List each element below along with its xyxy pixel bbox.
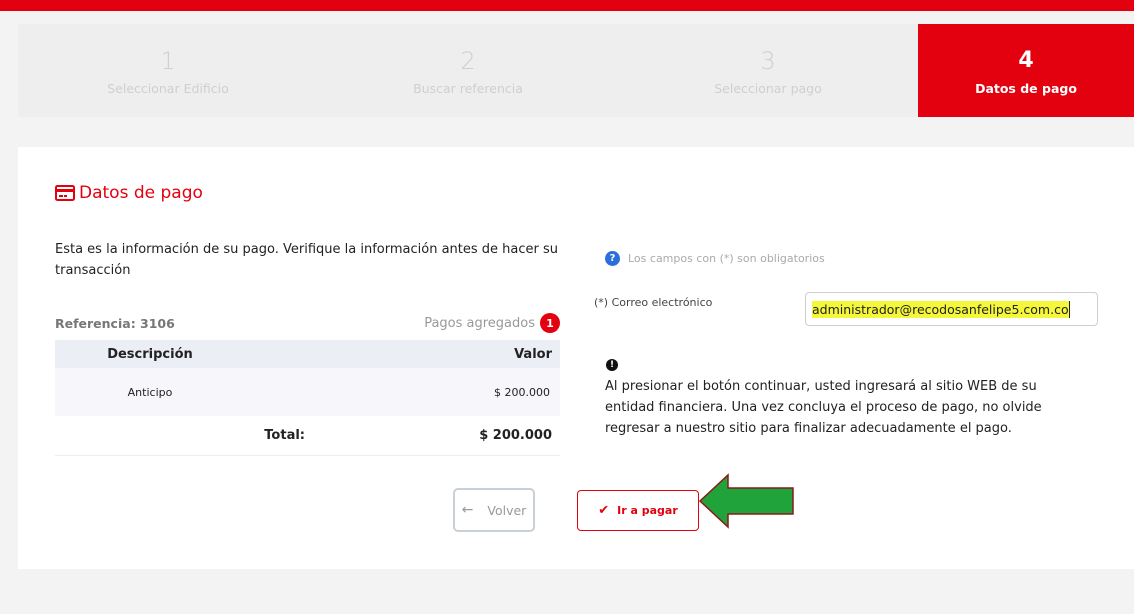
step-number: 3 — [760, 46, 776, 75]
step-3[interactable]: 3 Seleccionar pago — [618, 24, 918, 117]
step-label: Buscar referencia — [413, 80, 523, 96]
row-descripcion: Anticipo — [127, 385, 173, 399]
pagos-agregados: Pagos agregados 1 — [424, 313, 560, 333]
row-valor: $ 200.000 — [494, 385, 550, 399]
reference-label: Referencia: 3106 — [55, 315, 175, 331]
payment-card: Datos de pago Esta es la información de … — [18, 147, 1134, 569]
pay-button[interactable]: ✔ Ir a pagar — [577, 490, 699, 531]
intro-text: Esta es la información de su pago. Verif… — [55, 242, 558, 278]
credit-card-icon — [55, 185, 75, 201]
step-label: Seleccionar Edificio — [107, 80, 229, 96]
pagos-label: Pagos agregados — [424, 315, 535, 331]
required-note: ? Los campos con (*) son obligatorios — [605, 251, 825, 266]
back-button-label: Volver — [487, 502, 527, 518]
step-number: 4 — [1018, 47, 1034, 73]
back-button[interactable]: ← Volver — [453, 488, 535, 532]
step-2[interactable]: 2 Buscar referencia — [318, 24, 618, 117]
email-field[interactable]: administrador@recodosanfelipe5.com.co — [805, 292, 1098, 326]
question-circle-icon: ? — [605, 251, 620, 266]
email-label: (*) Correo electrónico — [594, 296, 713, 309]
info-text: Al presionar el botón continuar, usted i… — [605, 379, 1042, 436]
step-number: 2 — [460, 46, 476, 75]
step-label: Datos de pago — [975, 80, 1077, 96]
payments-table: Descripción Valor Anticipo $ 200.000 Tot… — [55, 340, 560, 456]
email-value: administrador@recodosanfelipe5.com.co — [812, 300, 1070, 318]
header-descripcion: Descripción — [107, 346, 193, 362]
reference-row: Referencia: 3106 Pagos agregados 1 — [55, 311, 560, 335]
total-label: Total: — [264, 428, 305, 443]
stepper: 1 Seleccionar Edificio 2 Buscar referenc… — [18, 24, 1134, 117]
required-note-text: Los campos con (*) son obligatorios — [628, 252, 825, 265]
check-icon: ✔ — [598, 503, 610, 518]
section-title: Datos de pago — [55, 183, 203, 203]
table-total: Total: $ 200.000 — [55, 416, 560, 456]
arrow-left-icon: ← — [461, 502, 474, 518]
section-title-text: Datos de pago — [79, 183, 203, 203]
table-header: Descripción Valor — [55, 340, 560, 368]
table-row: Anticipo $ 200.000 — [55, 368, 560, 416]
step-number: 1 — [160, 46, 176, 75]
pagos-count-badge: 1 — [540, 313, 560, 333]
top-accent-bar — [0, 0, 1134, 11]
step-1[interactable]: 1 Seleccionar Edificio — [18, 24, 318, 117]
info-circle-icon: ! — [606, 359, 618, 371]
step-label: Seleccionar pago — [714, 80, 822, 96]
total-value: $ 200.000 — [479, 428, 552, 443]
header-valor: Valor — [514, 346, 552, 362]
pay-button-label: Ir a pagar — [617, 504, 678, 517]
step-4-active[interactable]: 4 Datos de pago — [918, 24, 1134, 117]
green-arrow-icon — [698, 473, 794, 529]
